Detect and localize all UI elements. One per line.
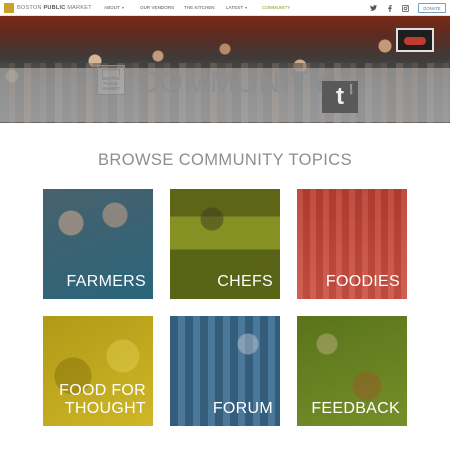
nav-item-label: The Kitchen — [184, 5, 215, 10]
topic-tile-foodies[interactable]: FOODIES — [297, 189, 407, 299]
topic-tile-feedback[interactable]: FEEDBACK — [297, 316, 407, 426]
topic-tile-forum[interactable]: FORUM — [170, 316, 280, 426]
market-logo-text: MARKET — [102, 86, 120, 91]
donate-button[interactable]: Donate — [418, 3, 446, 13]
chevron-down-icon: ▾ — [121, 5, 124, 10]
topic-label: FORUM — [212, 400, 273, 417]
topic-tile-food-for-thought[interactable]: FOOD FOR THOUGHT — [43, 316, 153, 426]
brand-name-part: BOSTON — [17, 5, 44, 11]
nav-item-label: About — [104, 5, 120, 10]
instagram-icon[interactable] — [400, 3, 410, 13]
topic-label: FEEDBACK — [311, 400, 400, 417]
nav-item-the-kitchen[interactable]: The Kitchen — [184, 5, 215, 10]
chevron-down-icon: ▾ — [245, 5, 248, 10]
topic-label: FOOD FOR THOUGHT — [59, 382, 146, 417]
topic-label: CHEFS — [217, 273, 273, 290]
topic-tile-farmers[interactable]: FARMERS — [43, 189, 153, 299]
nav-item-label: Community — [262, 5, 291, 10]
brand-name-part: MARKET — [65, 5, 92, 11]
topic-tile-chefs[interactable]: CHEFS — [170, 189, 280, 299]
top-navigation-bar: BOSTON PUBLIC MARKET About ▾ Our Vendors … — [0, 0, 450, 16]
nav-item-label: Our Vendors — [140, 5, 175, 10]
nav-item-latest[interactable]: Latest ▾ — [226, 5, 247, 10]
nav-item-community[interactable]: Community — [262, 5, 290, 10]
topic-label: FARMERS — [66, 273, 146, 290]
nav-item-our-vendors[interactable]: Our Vendors — [140, 5, 174, 10]
hero-photo-sign — [396, 28, 434, 52]
market-logo-icon: BOSTON PUBLIC MARKET — [97, 65, 125, 95]
nav-item-label: Latest — [226, 5, 244, 10]
tumblr-label: tumblr — [349, 84, 353, 95]
page-title: COMMUNITY — [137, 66, 331, 99]
market-logo-roof — [102, 69, 120, 76]
hero-photo-sign-graphic — [404, 37, 426, 45]
brand-logo-icon — [4, 3, 14, 13]
topic-label: FOODIES — [325, 273, 400, 290]
brand-logo-link[interactable]: BOSTON PUBLIC MARKET — [4, 3, 92, 13]
brand-name-bold: PUBLIC — [43, 5, 66, 11]
twitter-icon[interactable] — [368, 3, 378, 13]
section-title: BROWSE COMMUNITY TOPICS — [98, 151, 352, 169]
brand-name: BOSTON PUBLIC MARKET — [17, 5, 92, 11]
facebook-icon[interactable] — [385, 3, 395, 13]
nav-item-about[interactable]: About ▾ — [104, 5, 124, 10]
tumblr-glyph: t — [336, 83, 344, 110]
